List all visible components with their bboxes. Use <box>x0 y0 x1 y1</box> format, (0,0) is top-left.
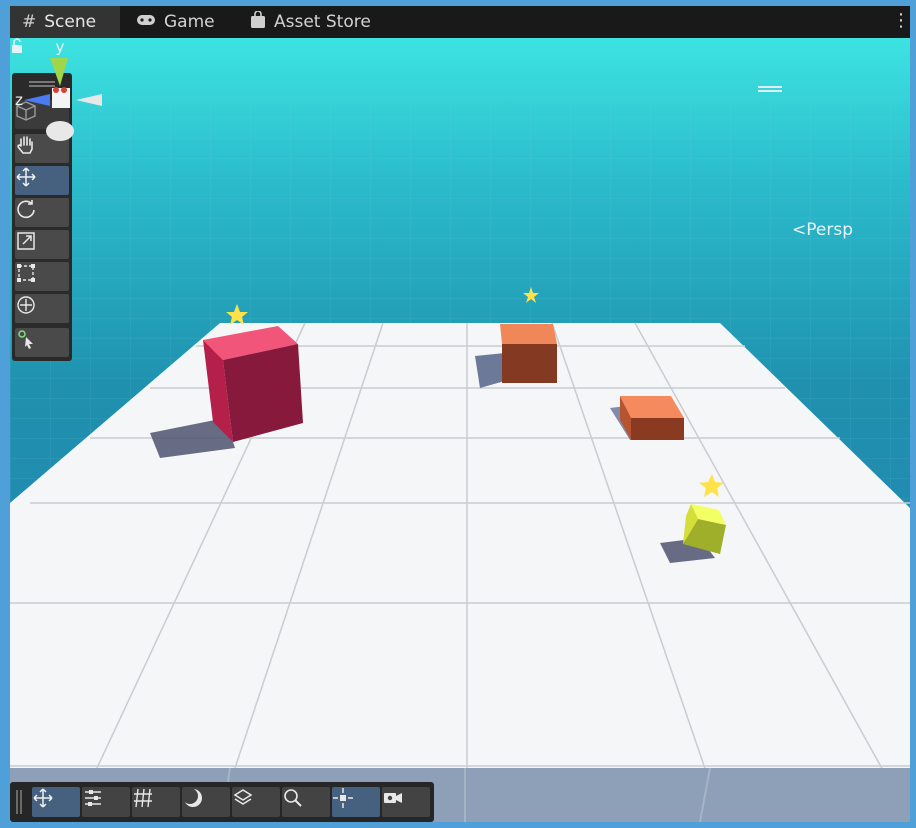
camera-button[interactable] <box>382 787 430 817</box>
tab-label: Asset Store <box>274 12 371 32</box>
layers-icon <box>233 789 253 805</box>
x-axis-cone[interactable] <box>76 94 102 106</box>
grid-icon <box>134 788 152 808</box>
bottom-overlay-toolbar <box>10 782 434 822</box>
projection-label: Persp <box>806 220 853 240</box>
projection-toggle[interactable]: <Persp <box>792 220 853 240</box>
z-axis-label: z <box>15 91 23 109</box>
scene-viewport[interactable]: y z <Persp <box>10 38 910 822</box>
search-button[interactable] <box>282 787 330 817</box>
drag-handle[interactable] <box>16 790 22 814</box>
shading-moon-icon <box>182 788 202 807</box>
scale-icon <box>17 232 35 250</box>
transform-tool-button[interactable] <box>15 294 69 323</box>
tab-label: Scene <box>44 12 97 32</box>
snap-icon <box>333 788 353 808</box>
x-marker <box>53 87 59 93</box>
tab-scene[interactable]: # Scene <box>10 6 120 38</box>
y-axis-label: y <box>56 38 65 56</box>
orientation-gizmo[interactable]: y z <box>10 38 120 158</box>
shopping-bag-icon <box>250 9 266 34</box>
rotate-icon <box>17 200 35 219</box>
custom-tool-icon <box>18 330 33 349</box>
rotate-tool-button[interactable] <box>15 198 69 227</box>
search-icon <box>284 789 302 807</box>
flat-box-front <box>631 418 684 440</box>
chevron-left-icon: < <box>792 220 807 240</box>
floor-plane <box>10 323 910 783</box>
settings-button[interactable] <box>82 787 130 817</box>
orange-box-top <box>500 324 557 344</box>
snap-button[interactable] <box>332 787 380 817</box>
custom-tool-button[interactable] <box>15 328 69 357</box>
layers-button[interactable] <box>232 787 280 817</box>
gizmo-drag-handle[interactable] <box>758 86 782 92</box>
scale-tool-button[interactable] <box>15 230 69 259</box>
neg-y-axis[interactable] <box>46 121 74 141</box>
kebab-menu-icon[interactable]: ⋮ <box>892 10 910 34</box>
move-tool-button[interactable] <box>15 166 69 195</box>
hash-icon: # <box>22 12 37 32</box>
move-icon <box>33 788 53 808</box>
y-axis-cone[interactable] <box>50 58 68 86</box>
camera-icon <box>384 793 402 803</box>
transform-icon <box>17 296 35 314</box>
orange-box-front <box>502 344 557 383</box>
x-marker <box>61 87 67 93</box>
tab-asset-store[interactable]: Asset Store <box>238 6 388 38</box>
scene-render <box>10 38 910 822</box>
tab-game[interactable]: Game <box>124 6 234 38</box>
grid-button[interactable] <box>132 787 180 817</box>
sliders-icon <box>85 790 101 806</box>
gamepad-icon <box>136 12 156 32</box>
rect-icon <box>17 264 35 282</box>
move-overlay-button[interactable] <box>32 787 80 817</box>
scene-window: # Scene Game Asset Store ⋮ y z <Persp <box>10 6 910 822</box>
tab-bar: # Scene Game Asset Store ⋮ <box>10 6 910 38</box>
tab-label: Game <box>164 12 215 32</box>
move-icon <box>16 167 36 187</box>
z-axis-cone[interactable] <box>24 94 50 106</box>
rect-tool-button[interactable] <box>15 262 69 291</box>
shading-button[interactable] <box>182 787 230 817</box>
